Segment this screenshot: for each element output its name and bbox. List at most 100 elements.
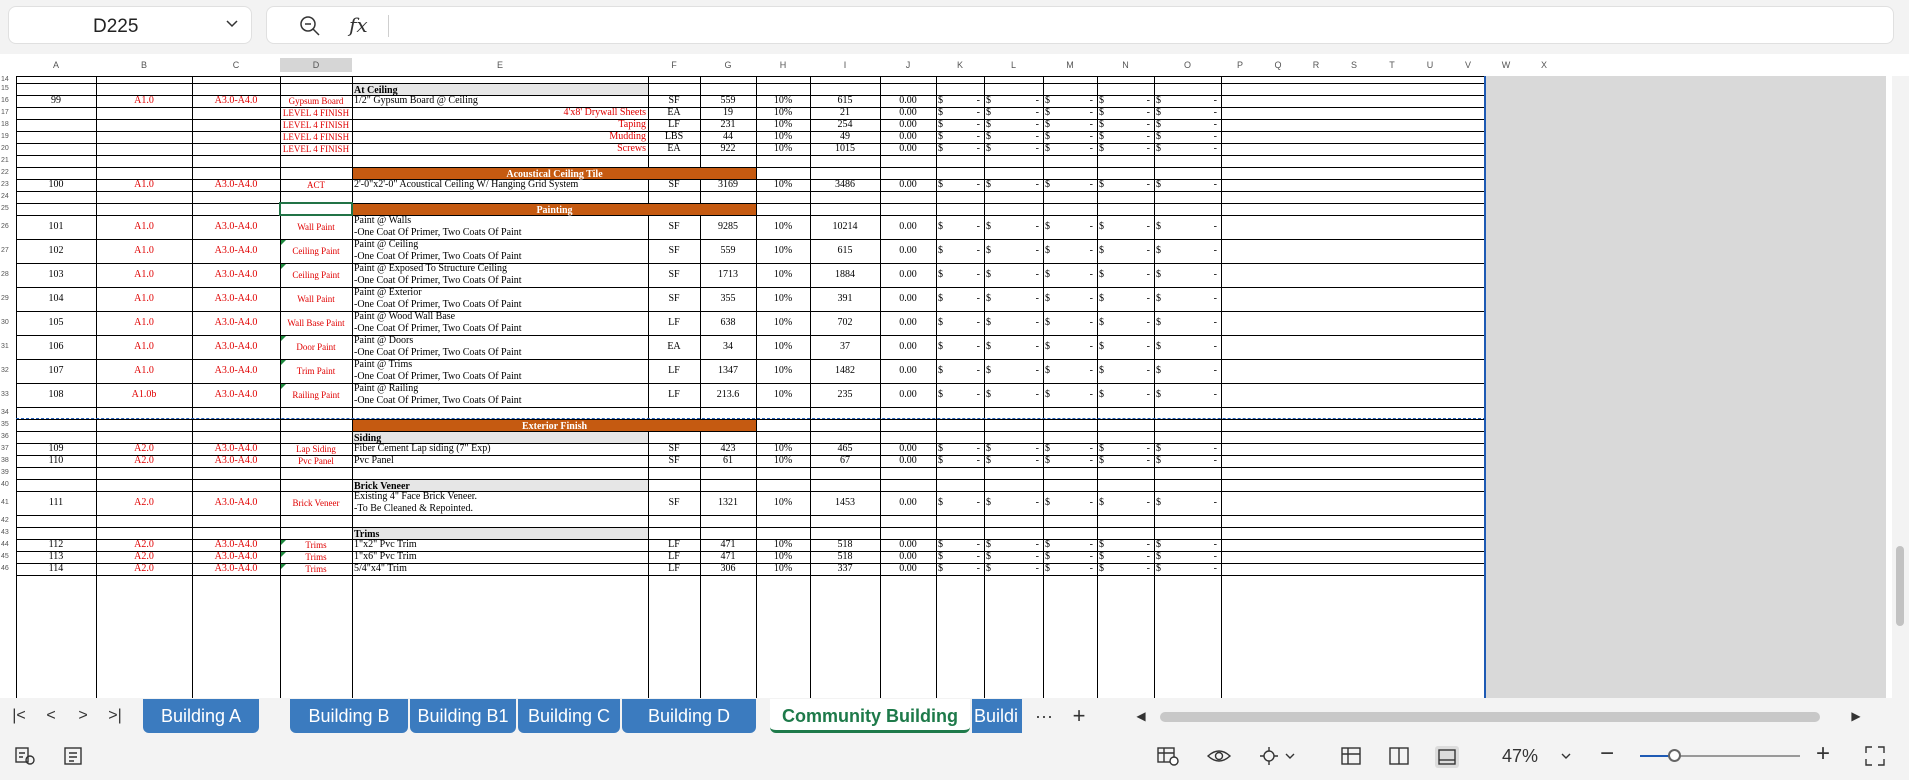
zoom-formula-icon[interactable] <box>299 15 321 37</box>
cell-currency[interactable]: $ - <box>938 539 982 551</box>
cell-waste[interactable]: 10% <box>758 215 808 239</box>
cell-item-type[interactable]: ACT <box>282 179 350 191</box>
cell-currency[interactable]: $ - <box>938 179 982 191</box>
cell-unit[interactable]: SF <box>650 239 698 263</box>
cell-currency[interactable]: $ - <box>1099 215 1152 239</box>
cell-description[interactable]: Paint @ Walls -One Coat Of Primer, Two Co… <box>354 215 646 239</box>
column-header[interactable]: I <box>810 58 880 72</box>
first-sheet-icon[interactable]: |< <box>8 707 30 725</box>
sheet-tab[interactable]: Community Building <box>770 699 970 733</box>
cell-currency[interactable]: $ - <box>938 107 982 119</box>
cell-quantity[interactable]: 423 <box>702 443 754 455</box>
cell-detail-ref[interactable] <box>194 131 278 143</box>
cell-currency[interactable]: $ - <box>986 263 1041 287</box>
cell-quantity[interactable]: 471 <box>702 551 754 563</box>
cell-description[interactable]: Paint @ Doors -One Coat Of Primer, Two Co… <box>354 335 646 359</box>
cell-detail-ref[interactable]: A3.0-A4.0 <box>194 539 278 551</box>
accessibility-icon[interactable] <box>14 745 36 767</box>
cell-waste[interactable]: 10% <box>758 263 808 287</box>
cell-detail-ref[interactable] <box>194 107 278 119</box>
cell-currency[interactable]: $ - <box>938 143 982 155</box>
cell-unit[interactable]: SF <box>650 455 698 467</box>
cell-unit-cost[interactable]: 0.00 <box>882 107 934 119</box>
cell-total-qty[interactable]: 67 <box>812 455 878 467</box>
cell-item-no[interactable]: 109 <box>18 443 94 455</box>
cell-currency[interactable]: $ - <box>938 215 982 239</box>
row-header[interactable]: 25 <box>0 205 14 212</box>
add-sheet-icon[interactable]: + <box>1068 705 1090 727</box>
column-header[interactable]: C <box>192 58 280 72</box>
cell-detail-ref[interactable]: A3.0-A4.0 <box>194 335 278 359</box>
column-header[interactable]: U <box>1411 58 1449 72</box>
cell-unit[interactable]: SF <box>650 263 698 287</box>
cell-currency[interactable]: $ - <box>1045 539 1095 551</box>
cells-area[interactable]: At Ceiling Acoustical Ceiling Tile Paintin… <box>16 76 1486 698</box>
cell-waste[interactable]: 10% <box>758 287 808 311</box>
cell-currency[interactable]: $ - <box>938 239 982 263</box>
formula-input[interactable]: fx <box>266 6 1894 44</box>
cell-item-type[interactable]: Trim Paint <box>282 359 350 383</box>
cell-total-qty[interactable]: 518 <box>812 551 878 563</box>
cell-item-no[interactable]: 113 <box>18 551 94 563</box>
cell-description[interactable]: Taping <box>354 119 646 131</box>
cell-currency[interactable]: $ - <box>1099 95 1152 107</box>
cell-sheet-ref[interactable] <box>98 119 190 131</box>
cell-description[interactable]: Paint @ Trims -One Coat Of Primer, Two Co… <box>354 359 646 383</box>
row-header[interactable]: 18 <box>0 121 14 128</box>
cell-currency[interactable]: $ - <box>986 443 1041 455</box>
row-header[interactable]: 40 <box>0 481 14 488</box>
column-header[interactable]: W <box>1487 58 1525 72</box>
cell-sheet-ref[interactable]: A2.0 <box>98 491 190 515</box>
cell-unit[interactable]: LF <box>650 383 698 407</box>
row-header[interactable]: 45 <box>0 553 14 560</box>
cell-currency[interactable]: $ - <box>938 563 982 575</box>
cell-currency[interactable]: $ - <box>986 455 1041 467</box>
cell-currency[interactable]: $ - <box>986 539 1041 551</box>
cell-currency[interactable]: $ - <box>1099 119 1152 131</box>
cell-currency[interactable]: $ - <box>986 311 1041 335</box>
cell-detail-ref[interactable]: A3.0-A4.0 <box>194 215 278 239</box>
row-header[interactable]: 43 <box>0 529 14 536</box>
cell-item-no[interactable] <box>18 119 94 131</box>
cell-currency[interactable]: $ - <box>986 131 1041 143</box>
cell-detail-ref[interactable]: A3.0-A4.0 <box>194 287 278 311</box>
cell-unit[interactable]: EA <box>650 143 698 155</box>
cell-currency[interactable]: $ - <box>1045 311 1095 335</box>
cell-total-qty[interactable]: 1482 <box>812 359 878 383</box>
cell-unit-cost[interactable]: 0.00 <box>882 143 934 155</box>
cell-item-type[interactable]: LEVEL 4 FINISH <box>282 119 350 131</box>
row-header[interactable]: 34 <box>0 409 14 416</box>
cell-item-no[interactable]: 101 <box>18 215 94 239</box>
cell-quantity[interactable]: 471 <box>702 539 754 551</box>
cell-item-type[interactable]: Ceiling Paint <box>282 239 350 263</box>
cell-description[interactable]: Paint @ Railing -One Coat Of Primer, Two … <box>354 383 646 407</box>
column-header[interactable]: A <box>16 58 96 72</box>
cell-waste[interactable]: 10% <box>758 335 808 359</box>
cell-unit[interactable]: LF <box>650 563 698 575</box>
cell-detail-ref[interactable]: A3.0-A4.0 <box>194 455 278 467</box>
cell-description[interactable]: Paint @ Wood Wall Base -One Coat Of Prime… <box>354 311 646 335</box>
cell-currency[interactable]: $ - <box>1045 131 1095 143</box>
cell-quantity[interactable]: 922 <box>702 143 754 155</box>
function-icon[interactable]: fx <box>349 13 368 37</box>
cell-currency[interactable]: $ - <box>1045 107 1095 119</box>
cell-description[interactable]: Mudding <box>354 131 646 143</box>
row-header[interactable]: 39 <box>0 469 14 476</box>
sheet-tab[interactable]: Building B1 <box>410 699 516 733</box>
cell-unit[interactable]: SF <box>650 179 698 191</box>
cell-sheet-ref[interactable] <box>98 131 190 143</box>
row-header[interactable]: 31 <box>0 343 14 350</box>
vertical-scrollbar[interactable] <box>1892 76 1909 698</box>
row-header[interactable]: 20 <box>0 145 14 152</box>
cell-detail-ref[interactable]: A3.0-A4.0 <box>194 95 278 107</box>
cell-item-no[interactable]: 105 <box>18 311 94 335</box>
cell-currency[interactable]: $ - <box>1099 311 1152 335</box>
cell-item-type[interactable]: Trims <box>282 563 350 575</box>
cell-quantity[interactable]: 638 <box>702 311 754 335</box>
scroll-left-icon[interactable]: ◀ <box>1130 707 1152 725</box>
cell-currency[interactable]: $ - <box>1099 107 1152 119</box>
row-header[interactable]: 30 <box>0 319 14 326</box>
cell-quantity[interactable]: 34 <box>702 335 754 359</box>
cell-item-no[interactable]: 110 <box>18 455 94 467</box>
cell-unit-cost[interactable]: 0.00 <box>882 131 934 143</box>
